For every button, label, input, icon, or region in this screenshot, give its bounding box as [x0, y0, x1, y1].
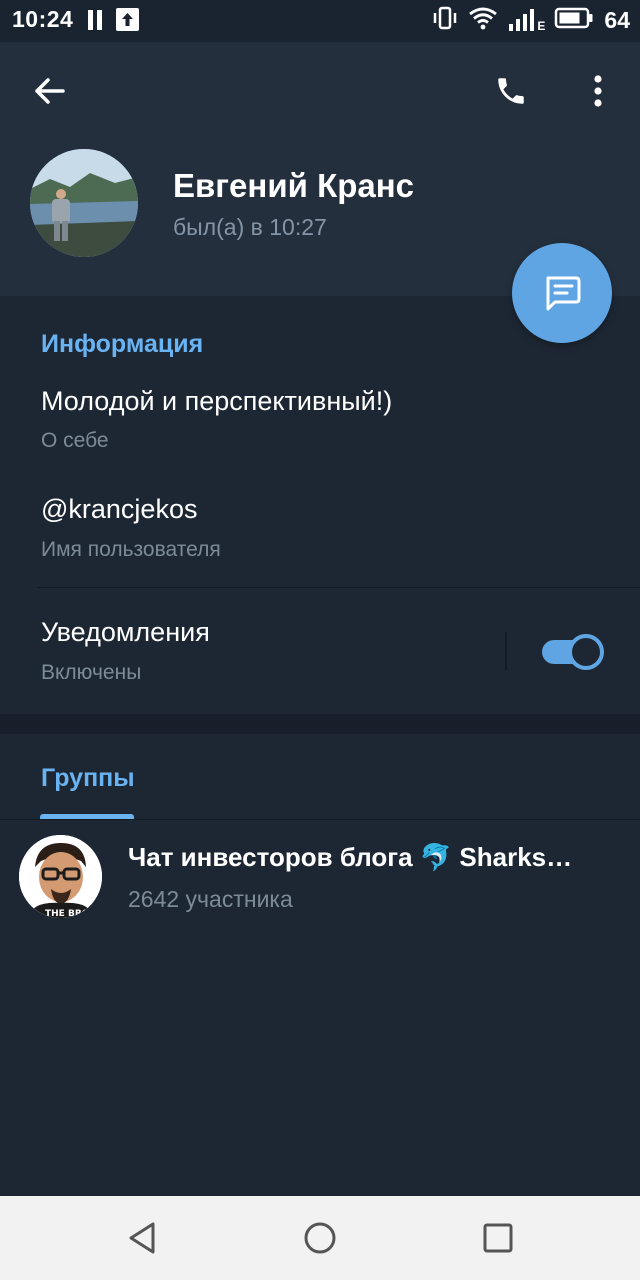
- nav-back-icon: [129, 1222, 155, 1254]
- last-seen-status: был(а) в 10:27: [173, 214, 327, 240]
- notifications-state: Включены: [41, 661, 142, 684]
- notifications-title: Уведомления: [41, 617, 210, 647]
- toggle-knob: [568, 634, 604, 670]
- group-avatar: THE BRO: [19, 835, 102, 918]
- profile-name: Евгений Кранс: [173, 167, 415, 204]
- upload-icon: [116, 8, 139, 31]
- notifications-toggle[interactable]: [542, 634, 604, 670]
- nav-recents-button[interactable]: [472, 1212, 524, 1264]
- pause-icon: [86, 10, 104, 30]
- wifi-icon: [468, 6, 498, 35]
- back-arrow-icon: [35, 78, 65, 104]
- message-icon: [546, 276, 581, 311]
- vibrate-icon: [432, 6, 458, 35]
- send-message-button[interactable]: [512, 243, 612, 343]
- group-list-item[interactable]: THE BRO Чат инвесторов блога 🐬 Sharks… 2…: [0, 822, 640, 926]
- tab-bottom-line: [0, 819, 640, 820]
- call-button[interactable]: [488, 68, 534, 114]
- nav-home-icon: [304, 1222, 336, 1254]
- username-label: Имя пользователя: [41, 538, 221, 561]
- status-bar: 10:24 E 64: [0, 0, 640, 42]
- status-time: 10:24: [12, 6, 74, 32]
- bio-label: О себе: [41, 429, 109, 452]
- signal-icon: E: [508, 8, 546, 33]
- phone-icon: [498, 78, 524, 104]
- network-type: E: [537, 19, 546, 33]
- divider: [37, 587, 640, 588]
- nav-recents-icon: [483, 1223, 513, 1253]
- svg-text:THE BRO: THE BRO: [45, 909, 90, 918]
- nav-home-button[interactable]: [294, 1212, 346, 1264]
- section-gap: [0, 714, 640, 734]
- more-button[interactable]: [580, 68, 616, 114]
- username-text: @krancjekos: [41, 494, 198, 524]
- info-section-title: Информация: [41, 330, 204, 358]
- more-vert-icon: [594, 75, 602, 107]
- nav-back-button[interactable]: [116, 1212, 168, 1264]
- tab-groups[interactable]: Группы: [41, 764, 135, 793]
- bio-row[interactable]: [0, 370, 640, 470]
- battery-icon: [554, 7, 594, 34]
- back-button[interactable]: [28, 70, 70, 112]
- group-name: Чат инвесторов блога 🐬 Sharks…: [128, 842, 573, 872]
- toggle-separator: [505, 632, 507, 670]
- system-nav-bar: [0, 1196, 640, 1280]
- bio-text: Молодой и перспективный!): [41, 386, 393, 416]
- battery-percent: 64: [604, 6, 630, 33]
- group-members-count: 2642 участника: [128, 886, 293, 912]
- profile-avatar[interactable]: [30, 149, 138, 257]
